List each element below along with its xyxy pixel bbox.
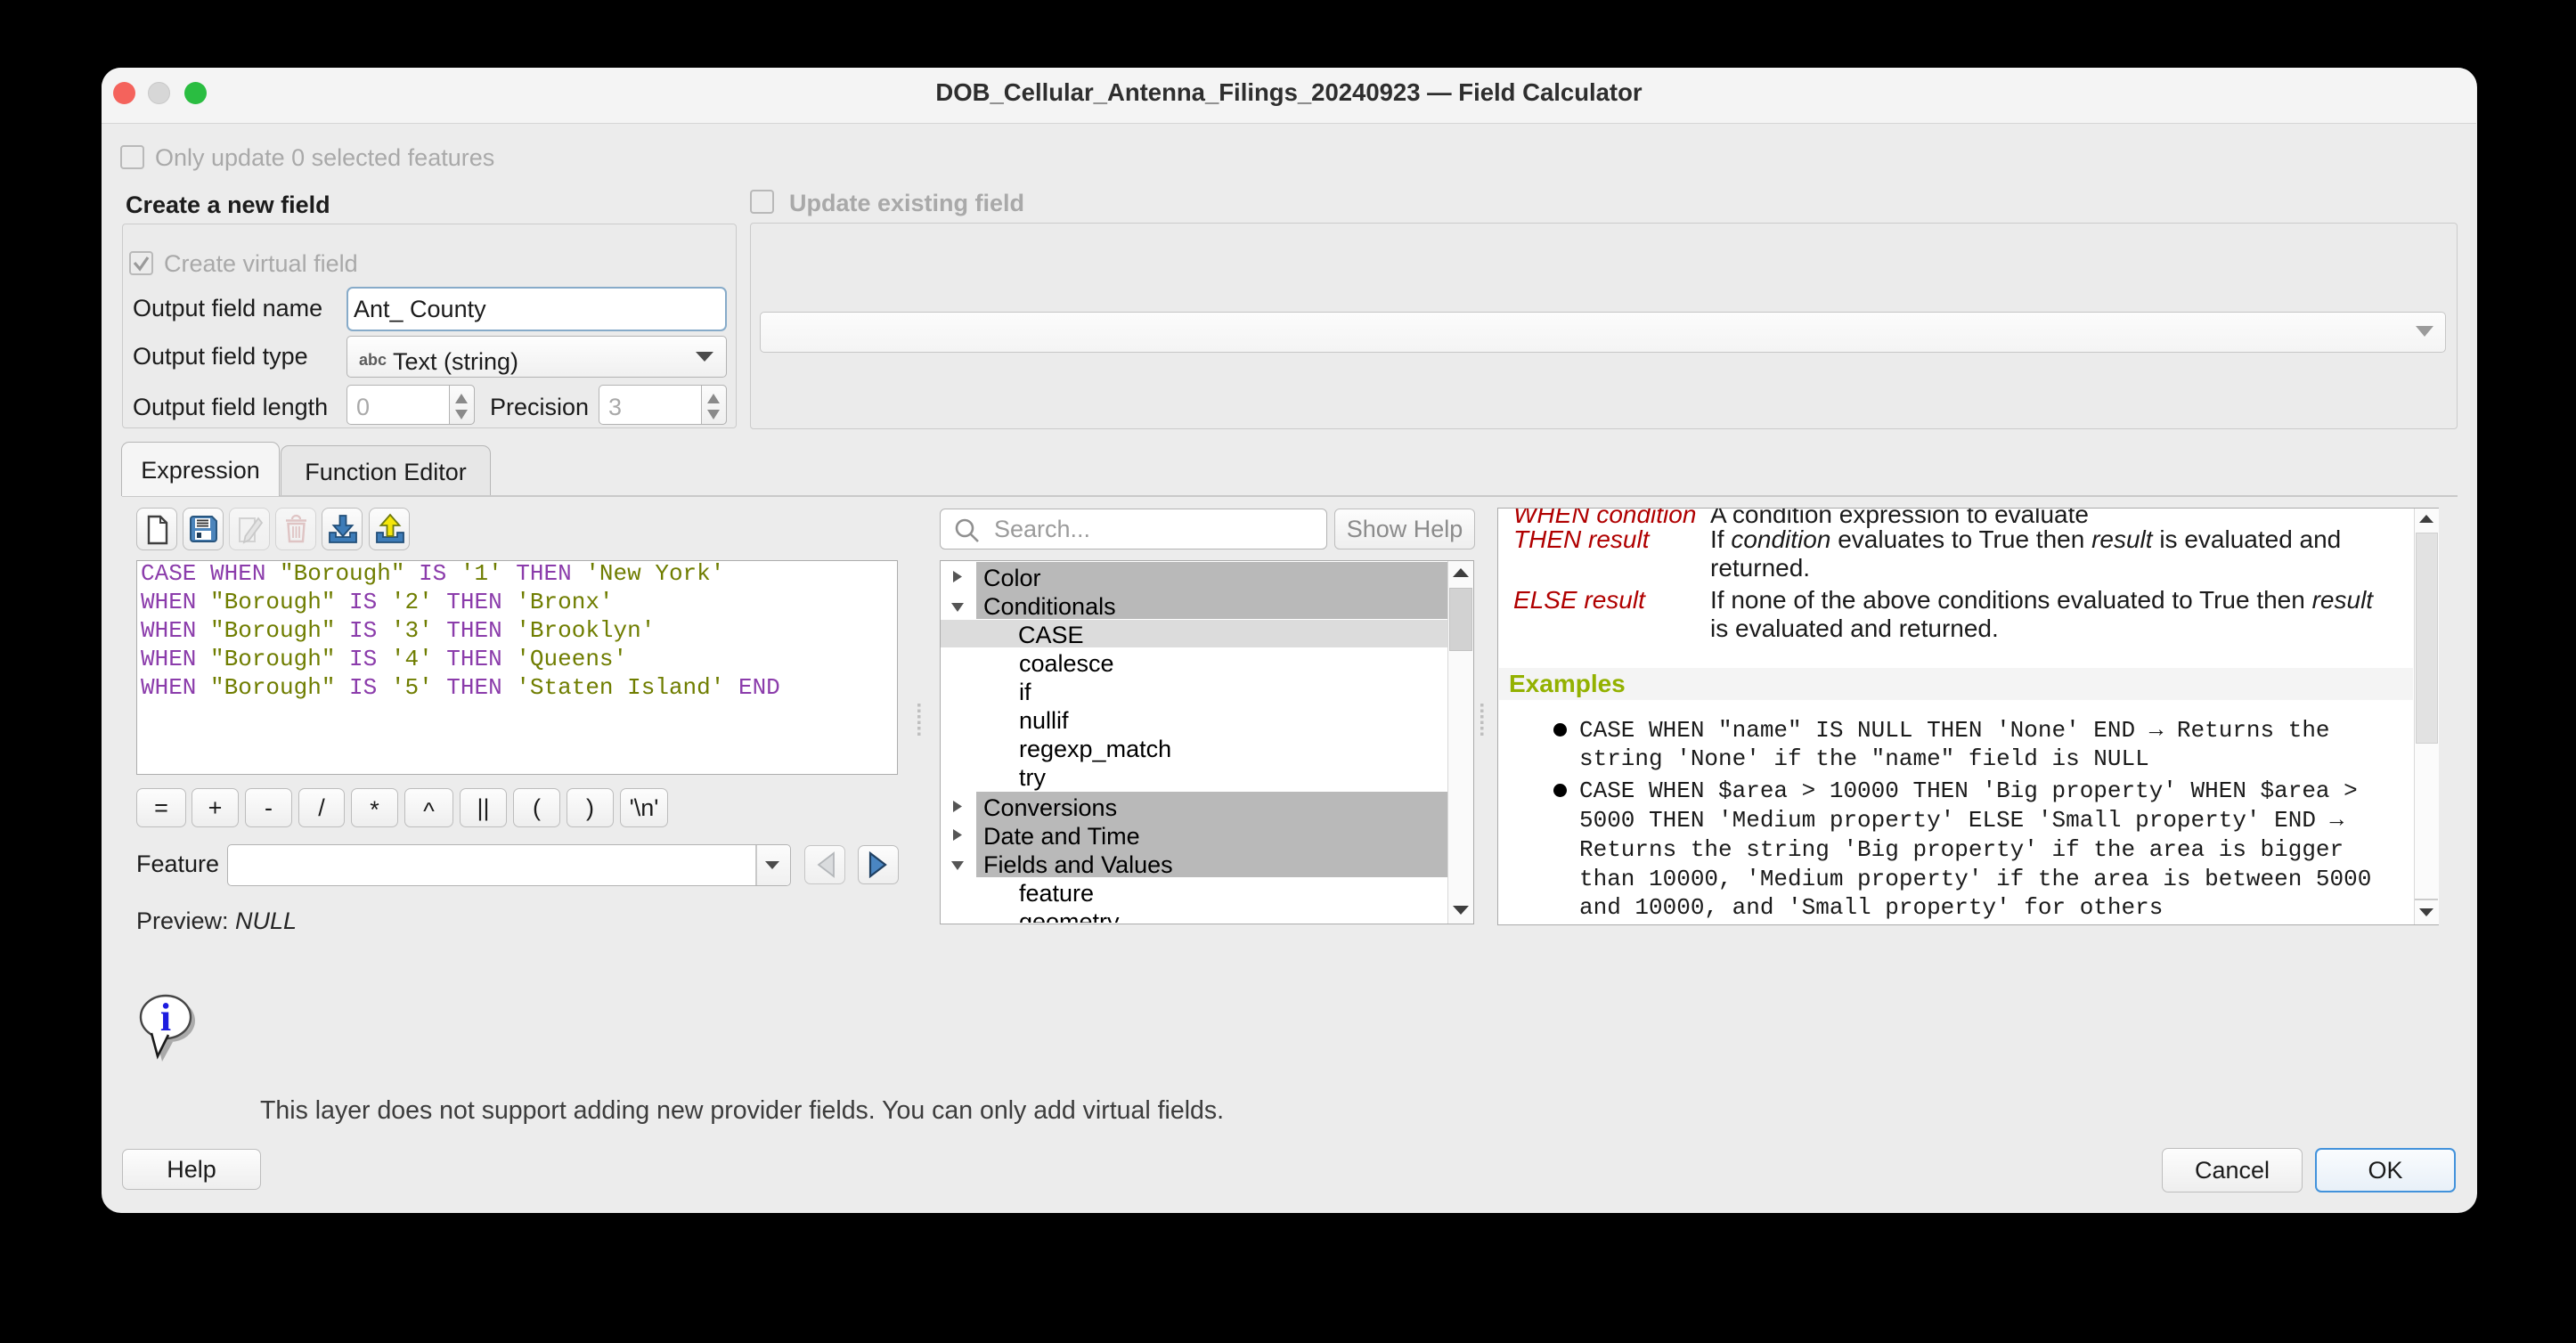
- svg-text:i: i: [160, 996, 171, 1039]
